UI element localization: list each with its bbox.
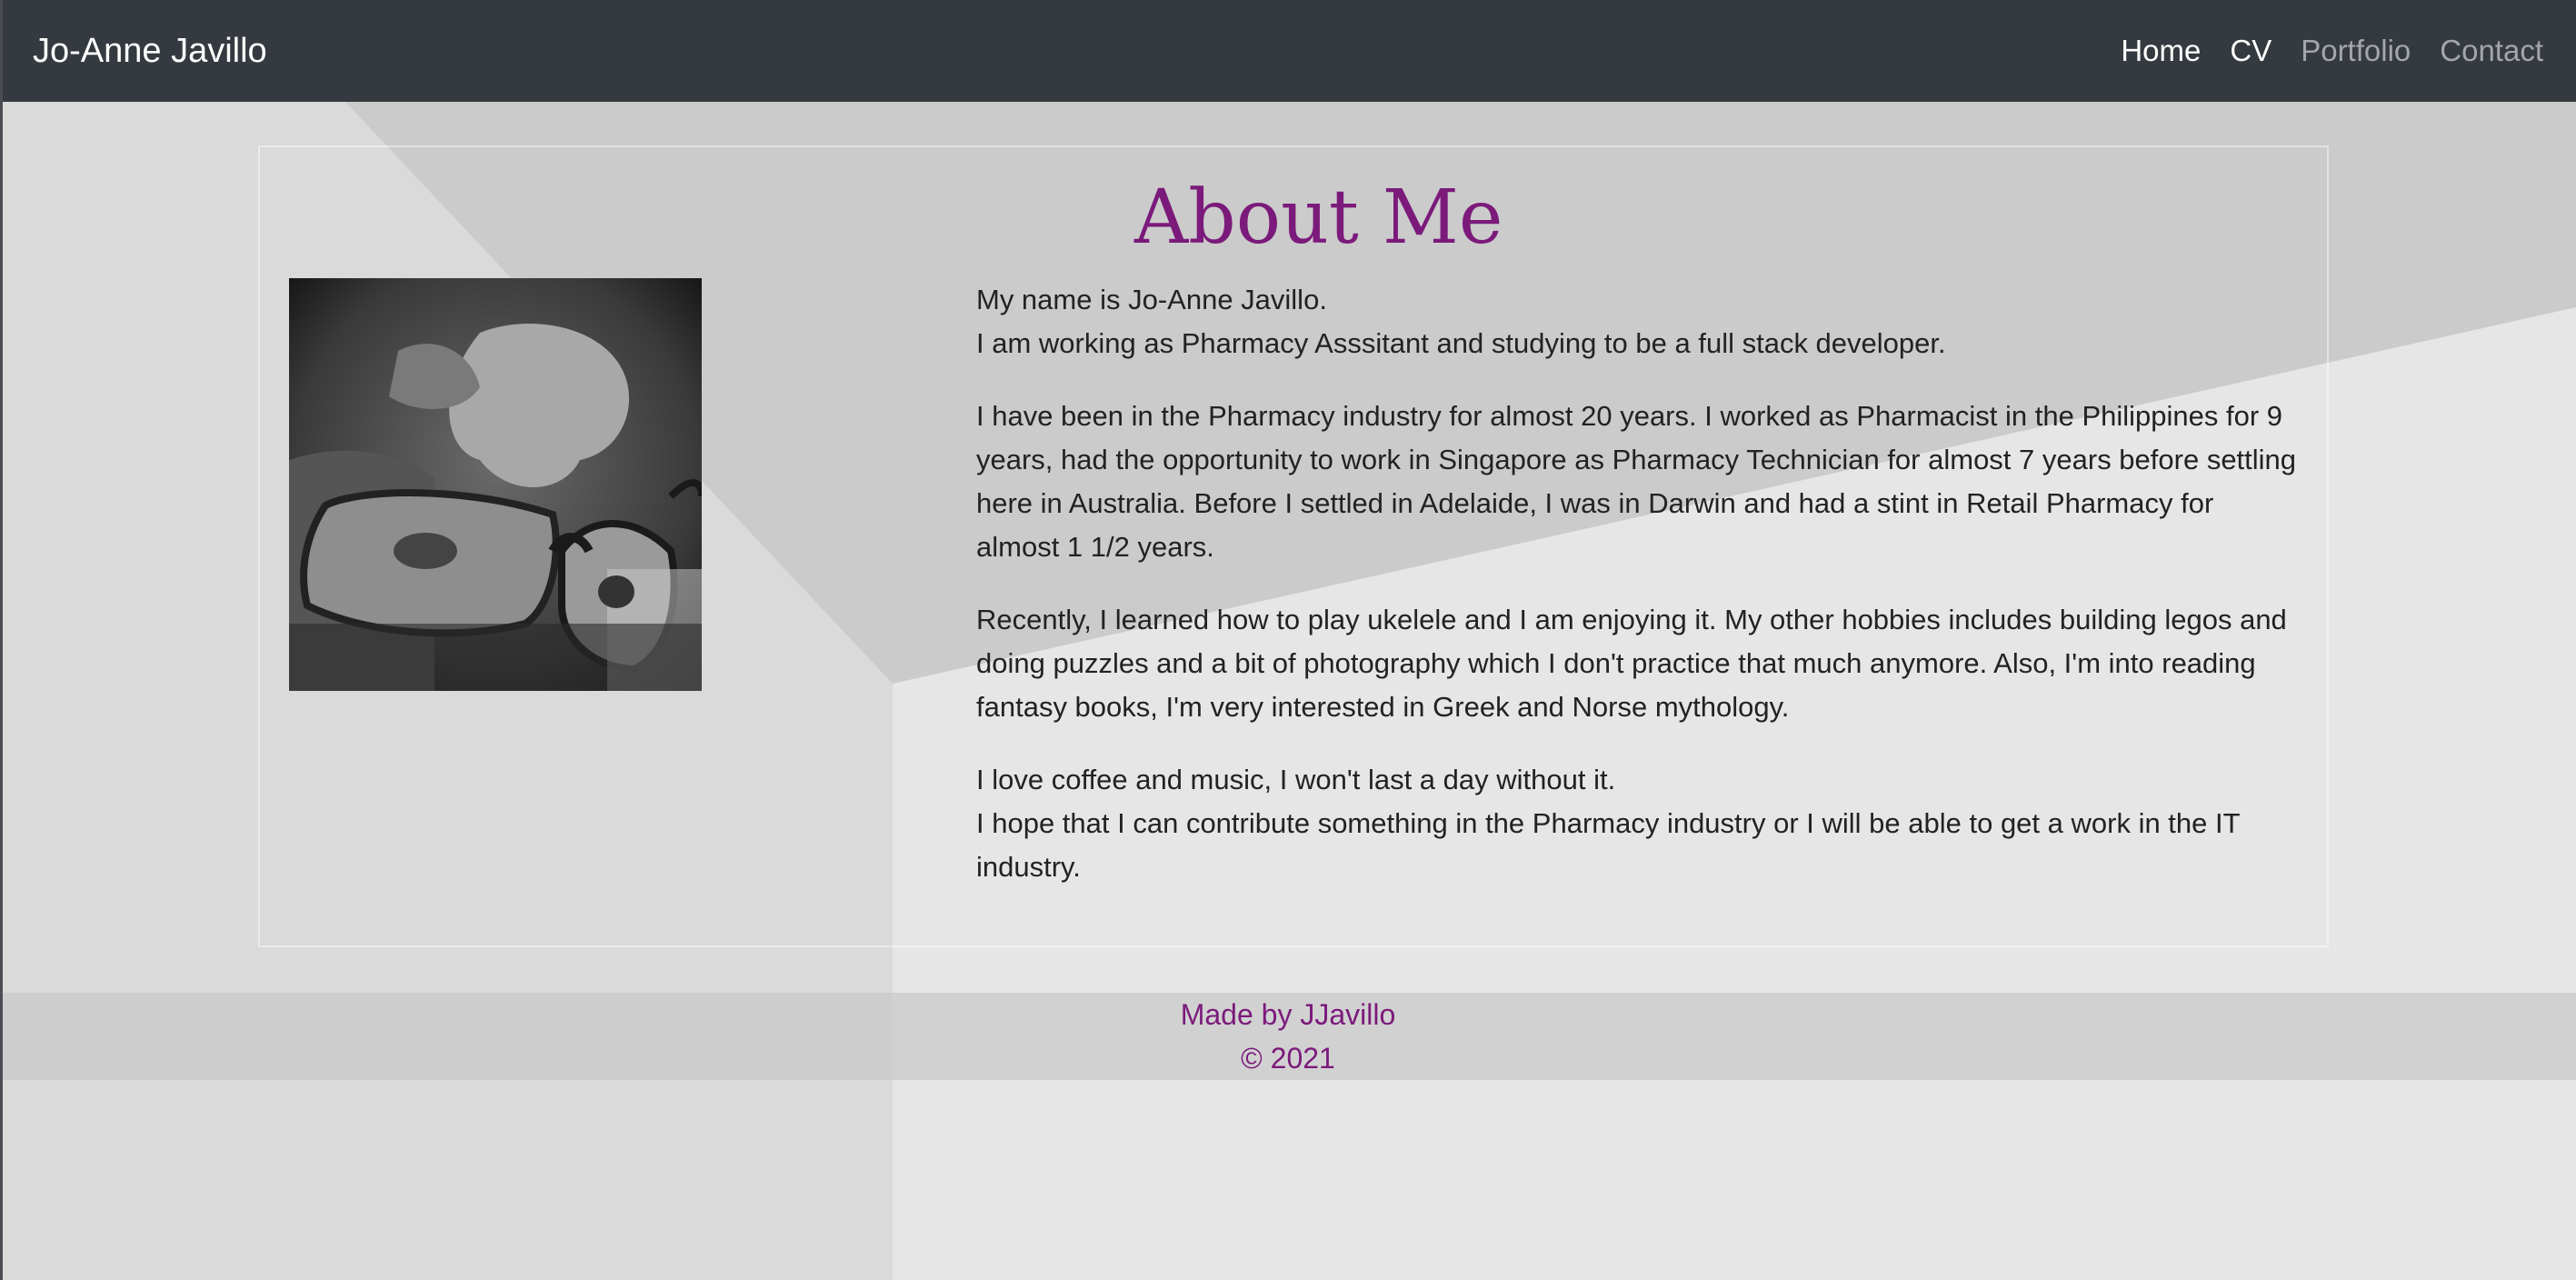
- page-title: About Me: [1134, 175, 1503, 261]
- profile-photo: [289, 278, 702, 691]
- footer: Made by JJavillo © 2021: [0, 993, 2576, 1080]
- nav-link-contact[interactable]: Contact: [2440, 29, 2543, 73]
- about-line: My name is Jo-Anne Javillo.: [976, 284, 1327, 315]
- nav-link-home[interactable]: Home: [2121, 29, 2201, 73]
- navbar: Jo-Anne Javillo Home CV Portfolio Contac…: [0, 0, 2576, 102]
- about-line: I am working as Pharmacy Asssitant and s…: [976, 327, 1946, 359]
- brand-link[interactable]: Jo-Anne Javillo: [33, 29, 267, 73]
- about-paragraph: I have been in the Pharmacy industry for…: [976, 395, 2303, 569]
- about-line: I have been in the Pharmacy industry for…: [976, 400, 2297, 563]
- nav-links: Home CV Portfolio Contact: [2121, 29, 2543, 73]
- footer-made-by: Made by JJavillo: [1180, 998, 1396, 1031]
- about-line: I hope that I can contribute something i…: [976, 807, 2241, 883]
- footer-copyright: © 2021: [1241, 1042, 1335, 1075]
- about-paragraph: I love coffee and music, I won't last a …: [976, 758, 2303, 889]
- about-text: My name is Jo-Anne Javillo. I am working…: [976, 278, 2303, 918]
- nav-link-cv[interactable]: CV: [2230, 29, 2271, 73]
- nav-link-portfolio[interactable]: Portfolio: [2301, 29, 2411, 73]
- about-line: Recently, I learned how to play ukelele …: [976, 604, 2287, 723]
- about-line: I love coffee and music, I won't last a …: [976, 764, 1616, 795]
- about-paragraph: Recently, I learned how to play ukelele …: [976, 598, 2303, 729]
- about-paragraph: My name is Jo-Anne Javillo. I am working…: [976, 278, 2303, 365]
- window-left-edge: [0, 0, 3, 1280]
